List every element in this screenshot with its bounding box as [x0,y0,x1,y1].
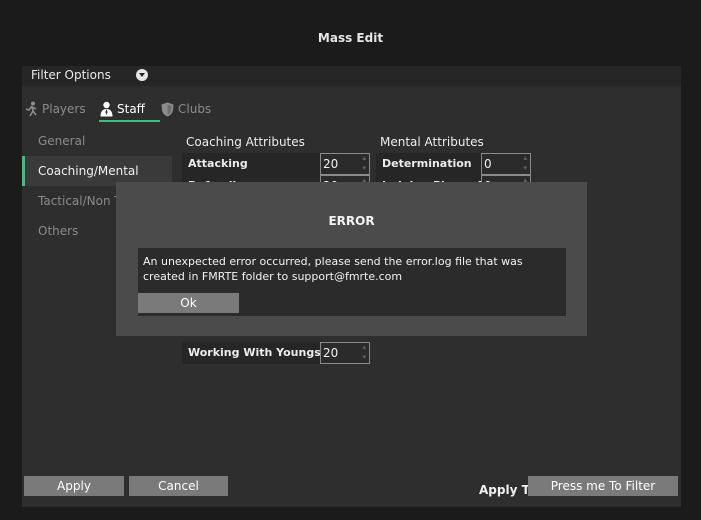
active-tab-indicator [99,120,160,122]
staff-icon [100,101,113,117]
chevron-down-icon[interactable] [136,69,148,81]
attr-name: Determination [376,153,481,175]
coaching-attributes-title: Coaching Attributes [186,135,305,149]
tab-players-label: Players [42,102,86,116]
attr-value-input[interactable]: 20 [320,153,370,175]
tab-players[interactable]: Players [24,96,86,122]
attr-name: Attacking [182,153,320,175]
cancel-button[interactable]: Cancel [129,476,228,496]
attr-row-determination: Determination 0 [376,153,531,175]
tab-staff-label: Staff [117,102,145,116]
player-icon [25,101,37,117]
error-dialog: ERROR An unexpected error occurred, plea… [116,182,587,336]
filter-options-label: Filter Options [31,68,111,82]
error-title: ERROR [328,214,375,228]
error-message: An unexpected error occurred, please sen… [143,255,523,283]
apply-button[interactable]: Apply [24,476,124,496]
attr-row-working-with-youngsters: Working With Youngsters 20 [182,342,370,364]
attr-row-attacking: Attacking 20 [182,153,370,175]
tab-clubs[interactable]: Clubs [161,96,211,122]
attr-value-input[interactable]: 0 [481,153,531,175]
sidebar-item-general[interactable]: General [22,126,172,156]
attr-value-input[interactable]: 20 [320,342,370,364]
tab-staff[interactable]: Staff [100,96,145,122]
shield-icon [161,102,174,116]
ok-button[interactable]: Ok [138,293,239,313]
filter-button[interactable]: Press me To Filter [528,476,678,496]
window-title: Mass Edit [317,31,384,45]
filter-options-bar[interactable]: Filter Options [22,66,681,86]
mental-attributes-title: Mental Attributes [380,135,484,149]
attr-name: Working With Youngsters [182,342,320,364]
error-message-box: An unexpected error occurred, please sen… [138,248,566,316]
tab-clubs-label: Clubs [178,102,212,116]
